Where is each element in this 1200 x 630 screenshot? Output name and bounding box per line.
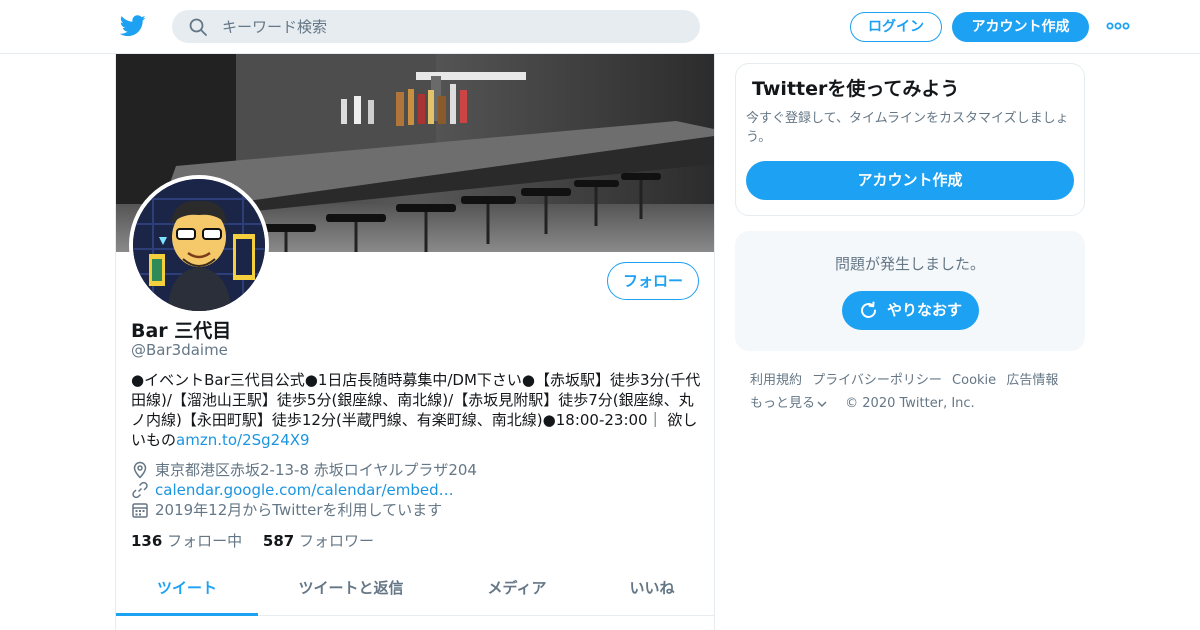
followers-stat[interactable]: 587 フォロワー xyxy=(263,532,374,550)
search-icon xyxy=(189,18,207,36)
signup-button[interactable]: アカウント作成 xyxy=(952,12,1089,42)
follow-button[interactable]: フォロー xyxy=(607,262,699,300)
website-link[interactable]: calendar.google.com/calendar/embed… xyxy=(155,480,454,500)
link-icon xyxy=(132,481,148,499)
profile-tabs: ツイート ツイートと返信 メディア いいね xyxy=(116,564,714,616)
following-count: 136 xyxy=(131,532,163,550)
avatar-illustration xyxy=(133,179,265,311)
joined-row: 2019年12月からTwitterを利用しています xyxy=(131,500,691,520)
following-label: フォロー中 xyxy=(167,532,243,550)
signup-card-description: 今すぐ登録して、タイムラインをカスタマイズしましょう。 xyxy=(746,111,1069,145)
following-stat[interactable]: 136 フォロー中 xyxy=(131,532,242,550)
tab-tweets-and-replies[interactable]: ツイートと返信 xyxy=(258,564,444,616)
footer-link-privacy[interactable]: プライバシーポリシー xyxy=(812,373,942,388)
twitter-bird-icon[interactable] xyxy=(120,14,146,38)
top-bar: ログイン アカウント作成 xyxy=(0,0,1200,54)
followers-label: フォロワー xyxy=(298,532,374,550)
website-row: calendar.google.com/calendar/embed… xyxy=(131,480,691,500)
tab-tweets[interactable]: ツイート xyxy=(116,564,258,616)
signup-card-button[interactable]: アカウント作成 xyxy=(746,161,1074,200)
more-dots-icon[interactable] xyxy=(1106,19,1130,33)
profile-name: Bar 三代目 xyxy=(131,320,232,342)
tab-likes[interactable]: いいね xyxy=(590,564,714,616)
bio-link[interactable]: amzn.to/2Sg24X9 xyxy=(176,431,310,449)
copyright-text: © 2020 Twitter, Inc. xyxy=(845,396,975,411)
footer-link-ads[interactable]: 広告情報 xyxy=(1006,373,1058,388)
followers-count: 587 xyxy=(262,532,295,550)
calendar-icon xyxy=(132,503,148,518)
search-box[interactable] xyxy=(172,10,700,43)
footer-second-row: もっと見る © 2020 Twitter, Inc. xyxy=(750,392,1080,415)
footer-more-label: もっと見る xyxy=(750,396,816,411)
footer-links-row: 利用規約 プライバシーポリシー Cookie 広告情報 xyxy=(750,369,1080,392)
error-card: 問題が発生しました。 やりなおす xyxy=(735,231,1085,351)
footer-link-terms[interactable]: 利用規約 xyxy=(750,373,802,388)
profile-stats: 136 フォロー中 587 フォロワー xyxy=(131,530,374,551)
search-input[interactable] xyxy=(222,10,682,43)
chevron-down-icon xyxy=(817,401,827,407)
location-text: 東京都港区赤坂2-13-8 赤坂ロイヤルプラザ204 xyxy=(155,461,477,479)
profile-bio: ●イベントBar三代目公式●1日店長随時募集中/DM下さい●【赤坂駅】徒歩3分(… xyxy=(131,370,701,450)
profile-handle: @Bar3daime xyxy=(131,341,228,359)
location-pin-icon xyxy=(133,461,147,479)
tab-media[interactable]: メディア xyxy=(444,564,590,616)
retry-button[interactable]: やりなおす xyxy=(842,291,979,330)
footer: 利用規約 プライバシーポリシー Cookie 広告情報 もっと見る © 2020… xyxy=(750,369,1080,415)
footer-link-cookie[interactable]: Cookie xyxy=(952,373,996,388)
signup-card: Twitterを使ってみよう 今すぐ登録して、タイムラインをカスタマイズしましょ… xyxy=(735,63,1085,216)
profile-column: フォロー Bar 三代目 @Bar3daime ●イベントBar三代目公式●1日… xyxy=(115,54,715,630)
footer-more-link[interactable]: もっと見る xyxy=(750,396,827,411)
avatar[interactable] xyxy=(129,175,269,315)
signup-card-title: Twitterを使ってみよう xyxy=(752,78,960,100)
joined-text: 2019年12月からTwitterを利用しています xyxy=(155,501,443,519)
location-row: 東京都港区赤坂2-13-8 赤坂ロイヤルプラザ204 xyxy=(131,460,691,480)
error-message: 問題が発生しました。 xyxy=(834,255,985,273)
refresh-icon xyxy=(861,301,876,318)
retry-label: やりなおす xyxy=(887,301,963,319)
login-button[interactable]: ログイン xyxy=(850,12,942,42)
